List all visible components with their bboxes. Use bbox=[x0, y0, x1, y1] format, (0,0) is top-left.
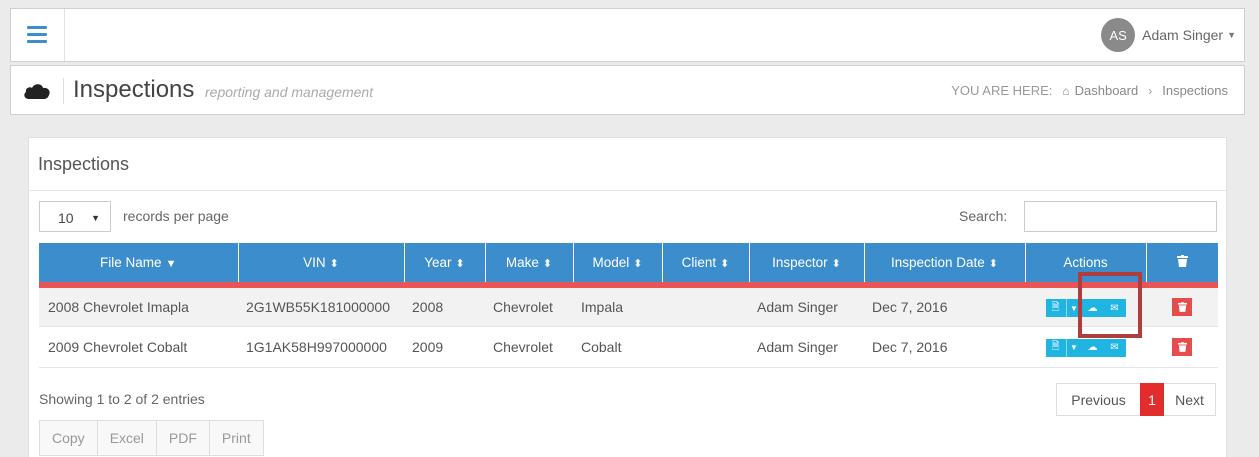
pagination-page-button[interactable]: 1 bbox=[1140, 383, 1164, 416]
sort-icon: ⬍ bbox=[542, 258, 553, 270]
table-row[interactable]: 2008 Chevrolet Imapla 2G1WB55K181000000 … bbox=[39, 285, 1218, 327]
breadcrumb-current: Inspections bbox=[1162, 83, 1228, 98]
file-pdf-icon[interactable]: 🗎 bbox=[1045, 299, 1066, 317]
pagination: Previous 1 Next bbox=[1056, 383, 1216, 416]
file-pdf-icon[interactable]: 🗎 bbox=[1045, 338, 1066, 357]
table-header-row: File Name ▼ VIN ⬍ Year ⬍ Make ⬍ Model ⬍ Clien… bbox=[39, 243, 1218, 288]
col-header-file-name[interactable]: File Name ▼ bbox=[39, 243, 239, 288]
cell-file-name: 2009 Chevrolet Cobalt bbox=[39, 326, 238, 368]
cell-model: Cobalt bbox=[573, 326, 662, 368]
cell-year: 2008 bbox=[404, 285, 485, 327]
cell-delete bbox=[1146, 285, 1218, 327]
page-length-select[interactable]: 10 ▼ bbox=[39, 201, 111, 232]
cell-inspector: Adam Singer bbox=[749, 326, 864, 368]
breadcrumb-separator-icon: › bbox=[1148, 83, 1153, 98]
cell-delete bbox=[1146, 326, 1218, 368]
pagination-previous-button[interactable]: Previous bbox=[1056, 383, 1140, 416]
delete-button[interactable] bbox=[1172, 297, 1192, 316]
caret-down-icon[interactable]: ▼ bbox=[1065, 299, 1082, 317]
inspections-table: File Name ▼ VIN ⬍ Year ⬍ Make ⬍ Model ⬍ Clien… bbox=[39, 243, 1218, 368]
cell-vin: 2G1WB55K181000000 bbox=[238, 285, 404, 327]
col-header-delete bbox=[1146, 243, 1218, 288]
sort-icon: ⬍ bbox=[633, 258, 643, 270]
col-header-inspection-date[interactable]: Inspection Date ⬍ bbox=[864, 243, 1026, 288]
envelope-icon[interactable]: ✉ bbox=[1103, 338, 1126, 357]
sort-icon: ⬍ bbox=[329, 258, 339, 270]
sort-icon: ⬍ bbox=[720, 258, 730, 270]
user-name: Adam Singer bbox=[1142, 27, 1224, 43]
print-button[interactable]: Print bbox=[208, 420, 264, 456]
trash-icon bbox=[1177, 341, 1187, 352]
trash-icon bbox=[1176, 255, 1188, 267]
table-info: Showing 1 to 2 of 2 entries bbox=[39, 391, 205, 407]
panel-title: Inspections bbox=[38, 154, 130, 174]
sort-icon: ⬍ bbox=[455, 258, 465, 270]
col-header-vin[interactable]: VIN ⬍ bbox=[238, 243, 405, 288]
excel-button[interactable]: Excel bbox=[96, 420, 156, 456]
search-label: Search: bbox=[959, 208, 1008, 224]
delete-button[interactable] bbox=[1172, 337, 1192, 356]
trash-icon bbox=[1177, 301, 1187, 312]
sort-icon: ⬍ bbox=[988, 258, 999, 270]
cell-make: Chevrolet bbox=[485, 285, 573, 327]
col-header-make[interactable]: Make ⬍ bbox=[485, 243, 574, 288]
cell-file-name: 2008 Chevrolet Imapla bbox=[39, 285, 238, 327]
inspections-panel: Inspections 10 ▼ records per page Search… bbox=[28, 137, 1227, 457]
cell-inspection-date: Dec 7, 2016 bbox=[864, 285, 1025, 327]
page-header: Inspections reporting and management YOU… bbox=[10, 65, 1245, 115]
panel-divider bbox=[29, 190, 1226, 191]
search-input[interactable] bbox=[1024, 201, 1217, 232]
cell-client bbox=[662, 285, 749, 327]
select-arrow-icon: ▼ bbox=[91, 213, 100, 223]
table-row[interactable]: 2009 Chevrolet Cobalt 1G1AK58H997000000 … bbox=[39, 326, 1218, 368]
caret-down-icon[interactable]: ▼ bbox=[1065, 338, 1082, 357]
cell-actions: 🗎 ▼ ☁ ✉ bbox=[1025, 285, 1146, 327]
page-length-value: 10 bbox=[58, 210, 74, 226]
page-length-label: records per page bbox=[123, 208, 229, 224]
cloud-upload-icon[interactable]: ☁ bbox=[1081, 338, 1104, 357]
cell-model: Impala bbox=[573, 285, 662, 327]
copy-button[interactable]: Copy bbox=[39, 420, 97, 456]
cell-inspector: Adam Singer bbox=[749, 285, 864, 327]
cell-year: 2009 bbox=[404, 326, 485, 368]
avatar: AS bbox=[1101, 18, 1136, 52]
col-header-client[interactable]: Client ⬍ bbox=[662, 243, 750, 288]
actions-button-group: 🗎 ▼ ☁ ✉ bbox=[1045, 299, 1126, 317]
sort-desc-icon: ▼ bbox=[165, 258, 177, 270]
page-subtitle: reporting and management bbox=[205, 84, 374, 100]
pagination-next-button[interactable]: Next bbox=[1164, 383, 1216, 416]
cloud-icon bbox=[24, 84, 50, 99]
breadcrumb-dashboard-link[interactable]: Dashboard bbox=[1075, 83, 1139, 98]
cell-make: Chevrolet bbox=[485, 326, 573, 368]
col-header-inspector[interactable]: Inspector ⬍ bbox=[749, 243, 865, 288]
cell-actions: 🗎 ▼ ☁ ✉ bbox=[1025, 326, 1146, 368]
caret-down-icon: ▼ bbox=[1227, 30, 1236, 40]
page-title: Inspections bbox=[73, 76, 195, 103]
col-header-actions: Actions bbox=[1025, 243, 1147, 288]
top-navbar: AS Adam Singer ▼ bbox=[10, 8, 1245, 62]
actions-button-group: 🗎 ▼ ☁ ✉ bbox=[1045, 338, 1126, 357]
col-header-year[interactable]: Year ⬍ bbox=[404, 243, 486, 288]
hamburger-menu-icon[interactable] bbox=[11, 9, 65, 61]
pdf-button[interactable]: PDF bbox=[155, 420, 209, 456]
cell-inspection-date: Dec 7, 2016 bbox=[864, 326, 1025, 368]
title-divider bbox=[63, 78, 64, 104]
export-buttons: Copy Excel PDF Print bbox=[39, 420, 264, 456]
user-menu[interactable]: AS Adam Singer ▼ bbox=[1101, 17, 1236, 53]
breadcrumb: YOU ARE HERE: ⌂ Dashboard › Inspections bbox=[951, 83, 1228, 98]
col-header-model[interactable]: Model ⬍ bbox=[573, 243, 663, 288]
cloud-upload-icon[interactable]: ☁ bbox=[1081, 299, 1104, 317]
envelope-icon[interactable]: ✉ bbox=[1103, 299, 1126, 317]
cell-client bbox=[662, 326, 749, 368]
cell-vin: 1G1AK58H997000000 bbox=[238, 326, 404, 368]
sort-icon: ⬍ bbox=[831, 258, 841, 270]
home-icon: ⌂ bbox=[1062, 83, 1070, 98]
breadcrumb-prefix: YOU ARE HERE: bbox=[951, 83, 1053, 98]
